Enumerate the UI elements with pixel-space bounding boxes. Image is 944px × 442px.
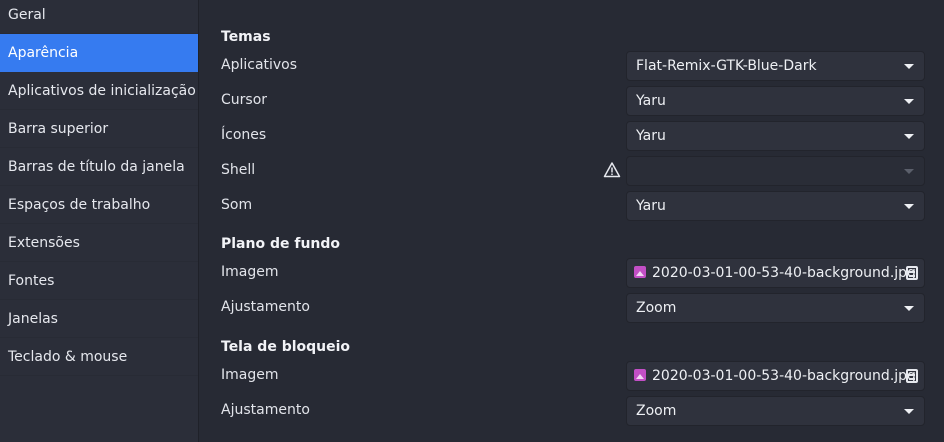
applications-theme-label: Aplicativos [221,57,298,73]
sidebar: Geral Aparência Aplicativos de inicializ… [0,0,199,442]
sidebar-item-top-bar[interactable]: Barra superior [0,110,198,148]
image-file-icon [634,266,646,278]
background-adjustment-label: Ajustamento [221,299,310,315]
sidebar-item-startup-applications[interactable]: Aplicativos de inicialização [0,72,198,110]
section-heading-background: Plano de fundo [221,236,341,252]
sidebar-item-window-titlebars[interactable]: Barras de título da janela [0,148,198,186]
cursor-theme-value: Yaru [636,93,666,109]
section-heading-themes: Temas [221,29,271,45]
background-image-chooser[interactable]: 2020-03-01-00-53-40-background.jpg [626,258,925,288]
chevron-down-icon [904,64,914,69]
sound-theme-label: Som [221,197,253,213]
chevron-down-icon [904,409,914,414]
chevron-down-icon [904,204,914,209]
chevron-down-icon [904,99,914,104]
cursor-theme-dropdown[interactable]: Yaru [626,86,925,116]
shell-theme-dropdown[interactable] [626,156,925,186]
chevron-down-icon [904,134,914,139]
document-icon [906,369,918,383]
lockscreen-adjustment-value: Zoom [636,403,677,419]
section-heading-lockscreen: Tela de bloqueio [221,339,351,355]
sidebar-item-workspaces[interactable]: Espaços de trabalho [0,186,198,224]
sound-theme-value: Yaru [636,198,666,214]
sidebar-item-extensions[interactable]: Extensões [0,224,198,262]
sidebar-item-geral[interactable]: Geral [0,0,198,34]
sidebar-item-windows[interactable]: Janelas [0,300,198,338]
lockscreen-image-filename: 2020-03-01-00-53-40-background.jpg [652,368,916,384]
shell-theme-label: Shell [221,162,256,178]
chevron-down-icon [904,306,914,311]
background-image-label: Imagem [221,264,279,280]
applications-theme-dropdown[interactable]: Flat-Remix-GTK-Blue-Dark [626,51,925,81]
lockscreen-image-chooser[interactable]: 2020-03-01-00-53-40-background.jpg [626,361,925,391]
sidebar-item-aparencia[interactable]: Aparência [0,34,198,72]
lockscreen-adjustment-label: Ajustamento [221,402,310,418]
lockscreen-image-label: Imagem [221,367,279,383]
appearance-panel: Temas Aplicativos Flat-Remix-GTK-Blue-Da… [199,0,944,442]
chevron-down-icon [904,169,914,174]
image-file-icon [634,369,646,381]
icons-theme-dropdown[interactable]: Yaru [626,121,925,151]
background-adjustment-dropdown[interactable]: Zoom [626,293,925,323]
background-adjustment-value: Zoom [636,300,677,316]
warning-icon [603,162,621,178]
cursor-theme-label: Cursor [221,92,268,108]
document-icon [906,266,918,280]
icons-theme-value: Yaru [636,128,666,144]
sound-theme-dropdown[interactable]: Yaru [626,191,925,221]
sidebar-item-fonts[interactable]: Fontes [0,262,198,300]
background-image-filename: 2020-03-01-00-53-40-background.jpg [652,265,916,281]
lockscreen-adjustment-dropdown[interactable]: Zoom [626,396,925,426]
icons-theme-label: Ícones [221,127,267,143]
sidebar-item-keyboard-mouse[interactable]: Teclado & mouse [0,338,198,376]
applications-theme-value: Flat-Remix-GTK-Blue-Dark [636,58,817,74]
